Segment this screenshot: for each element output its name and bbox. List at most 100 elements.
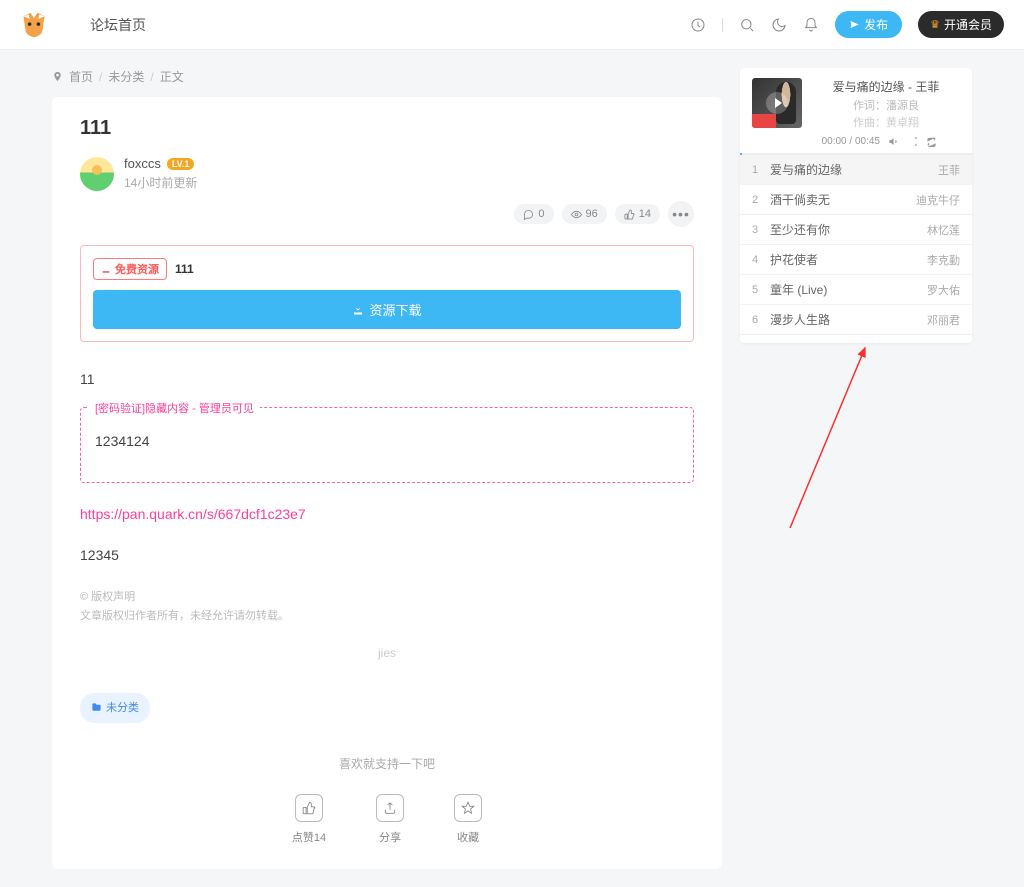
playlist-item[interactable]: 1爱与痛的边缘王菲 [740, 155, 972, 185]
crumb-current: 正文 [160, 68, 184, 85]
vip-label: 开通会员 [944, 16, 992, 33]
playlist-item[interactable]: 2酒干倘卖无迪克牛仔 [740, 185, 972, 215]
vip-button[interactable]: ♛ 开通会员 [918, 11, 1004, 38]
breadcrumb: 首页 / 未分类 / 正文 [52, 68, 722, 85]
resource-title-text: 111 [175, 262, 194, 276]
content-line: 11 [80, 366, 694, 393]
track-num: 3 [752, 224, 770, 236]
action-fav-label: 收藏 [454, 828, 482, 849]
annotation-arrow [770, 338, 950, 538]
external-link[interactable]: https://pan.quark.cn/s/667dcf1c23e7 [80, 501, 694, 528]
like-count: 14 [639, 208, 651, 220]
author-name[interactable]: foxccs LV.1 [124, 156, 197, 171]
playlist-item[interactable]: 5童年 (Live)罗大佑 [740, 275, 972, 305]
level-badge: LV.1 [167, 158, 195, 170]
author-row: foxccs LV.1 14小时前更新 [80, 156, 694, 191]
track-artist: 林忆莲 [927, 222, 960, 238]
resource-tag: 免费资源 [93, 258, 167, 280]
resource-tag-label: 免费资源 [115, 261, 159, 277]
nav-forum-home[interactable]: 论坛首页 [78, 15, 158, 35]
copyright-text: 文章版权归作者所有，未经允许请勿转载。 [80, 607, 694, 626]
tag-chip[interactable]: 未分类 [80, 693, 150, 724]
playlist-item[interactable]: 3至少还有你林忆莲 [740, 215, 972, 245]
stat-views: 96 [562, 204, 607, 224]
track-name: 至少还有你 [770, 221, 927, 238]
track-name: 爱与痛的边缘 [770, 161, 938, 178]
repeat-icon[interactable] [926, 136, 937, 147]
track-name: 童年 (Live) [770, 281, 927, 298]
avatar[interactable] [80, 157, 114, 191]
divider [722, 18, 723, 32]
action-share[interactable]: 分享 [376, 794, 404, 849]
logo-icon[interactable] [20, 11, 48, 39]
track-num: 4 [752, 254, 770, 266]
track-num: 6 [752, 314, 770, 326]
share-icon [376, 794, 404, 822]
track-name: 护花使者 [770, 251, 927, 268]
track-name: 漫步人生路 [770, 311, 927, 328]
copyright-title: © 版权声明 [80, 588, 694, 607]
song-title: 爱与痛的边缘 - 王菲 [812, 78, 960, 95]
author-name-text: foxccs [124, 156, 161, 171]
post-time: 14小时前更新 [124, 174, 197, 191]
shuffle-icon[interactable] [907, 136, 918, 147]
post-title: 111 [80, 117, 694, 140]
tag-label: 未分类 [106, 698, 139, 719]
download-button[interactable]: 资源下载 [93, 290, 681, 329]
crown-icon: ♛ [930, 18, 940, 31]
jies-divider: jies [80, 642, 694, 665]
comment-count: 0 [538, 208, 544, 220]
thumb-icon [624, 209, 635, 220]
view-count: 96 [586, 208, 598, 220]
copyright: © 版权声明 文章版权归作者所有，未经允许请勿转载。 [80, 588, 694, 625]
time-display: 00:00 / 00:45 [822, 136, 880, 147]
action-like[interactable]: 点赞14 [292, 794, 326, 849]
search-icon[interactable] [739, 17, 755, 33]
star-icon [454, 794, 482, 822]
crumb-sep: / [150, 70, 153, 84]
resource-box: 免费资源 111 资源下载 [80, 245, 694, 342]
playlist-item[interactable]: 7往事只能回味高胜美 [740, 335, 972, 343]
download-small-icon [101, 264, 111, 274]
song-composer: 作曲：黄卓翔 [812, 114, 960, 130]
action-row: 点赞14 分享 收藏 [80, 794, 694, 849]
crumb-sep: / [99, 70, 102, 84]
folder-icon [91, 702, 102, 713]
theme-icon[interactable] [771, 17, 787, 33]
eye-icon [571, 209, 582, 220]
thumb-up-icon [295, 794, 323, 822]
hidden-content-box: [密码验证]隐藏内容 - 管理员可见 1234124 [80, 407, 694, 484]
player-controls: 00:00 / 00:45 [812, 136, 960, 147]
hidden-label: [密码验证]隐藏内容 - 管理员可见 [89, 399, 260, 420]
album-cover[interactable] [752, 78, 802, 128]
more-button[interactable]: ••• [668, 201, 694, 227]
crumb-category[interactable]: 未分类 [108, 68, 144, 85]
post-content: 11 [密码验证]隐藏内容 - 管理员可见 1234124 https://pa… [80, 366, 694, 849]
volume-icon[interactable] [888, 136, 899, 147]
progress-bar[interactable] [740, 153, 972, 155]
play-icon [766, 92, 788, 114]
publish-button[interactable]: 发布 [835, 11, 902, 38]
track-artist: 李克勤 [927, 252, 960, 268]
content-line: 12345 [80, 542, 694, 569]
stat-likes[interactable]: 14 [615, 204, 660, 224]
playlist-item[interactable]: 4护花使者李克勤 [740, 245, 972, 275]
header-actions: 发布 ♛ 开通会员 [690, 11, 1004, 38]
crumb-home[interactable]: 首页 [69, 68, 93, 85]
download-icon [352, 304, 364, 316]
track-artist: 王菲 [938, 162, 960, 178]
support-icon[interactable] [690, 17, 706, 33]
stat-comments[interactable]: 0 [514, 204, 553, 224]
playlist-item[interactable]: 6漫步人生路邓丽君 [740, 305, 972, 335]
list-icon[interactable] [945, 136, 956, 147]
action-fav[interactable]: 收藏 [454, 794, 482, 849]
bell-icon[interactable] [803, 17, 819, 33]
comment-icon [523, 209, 534, 220]
track-name: 往事只能回味 [770, 341, 927, 343]
track-num: 2 [752, 194, 770, 206]
hidden-body: 1234124 [95, 428, 679, 455]
stat-row: 0 96 14 ••• [80, 201, 694, 227]
action-share-label: 分享 [376, 828, 404, 849]
track-artist: 罗大佑 [927, 282, 960, 298]
download-label: 资源下载 [369, 300, 421, 319]
